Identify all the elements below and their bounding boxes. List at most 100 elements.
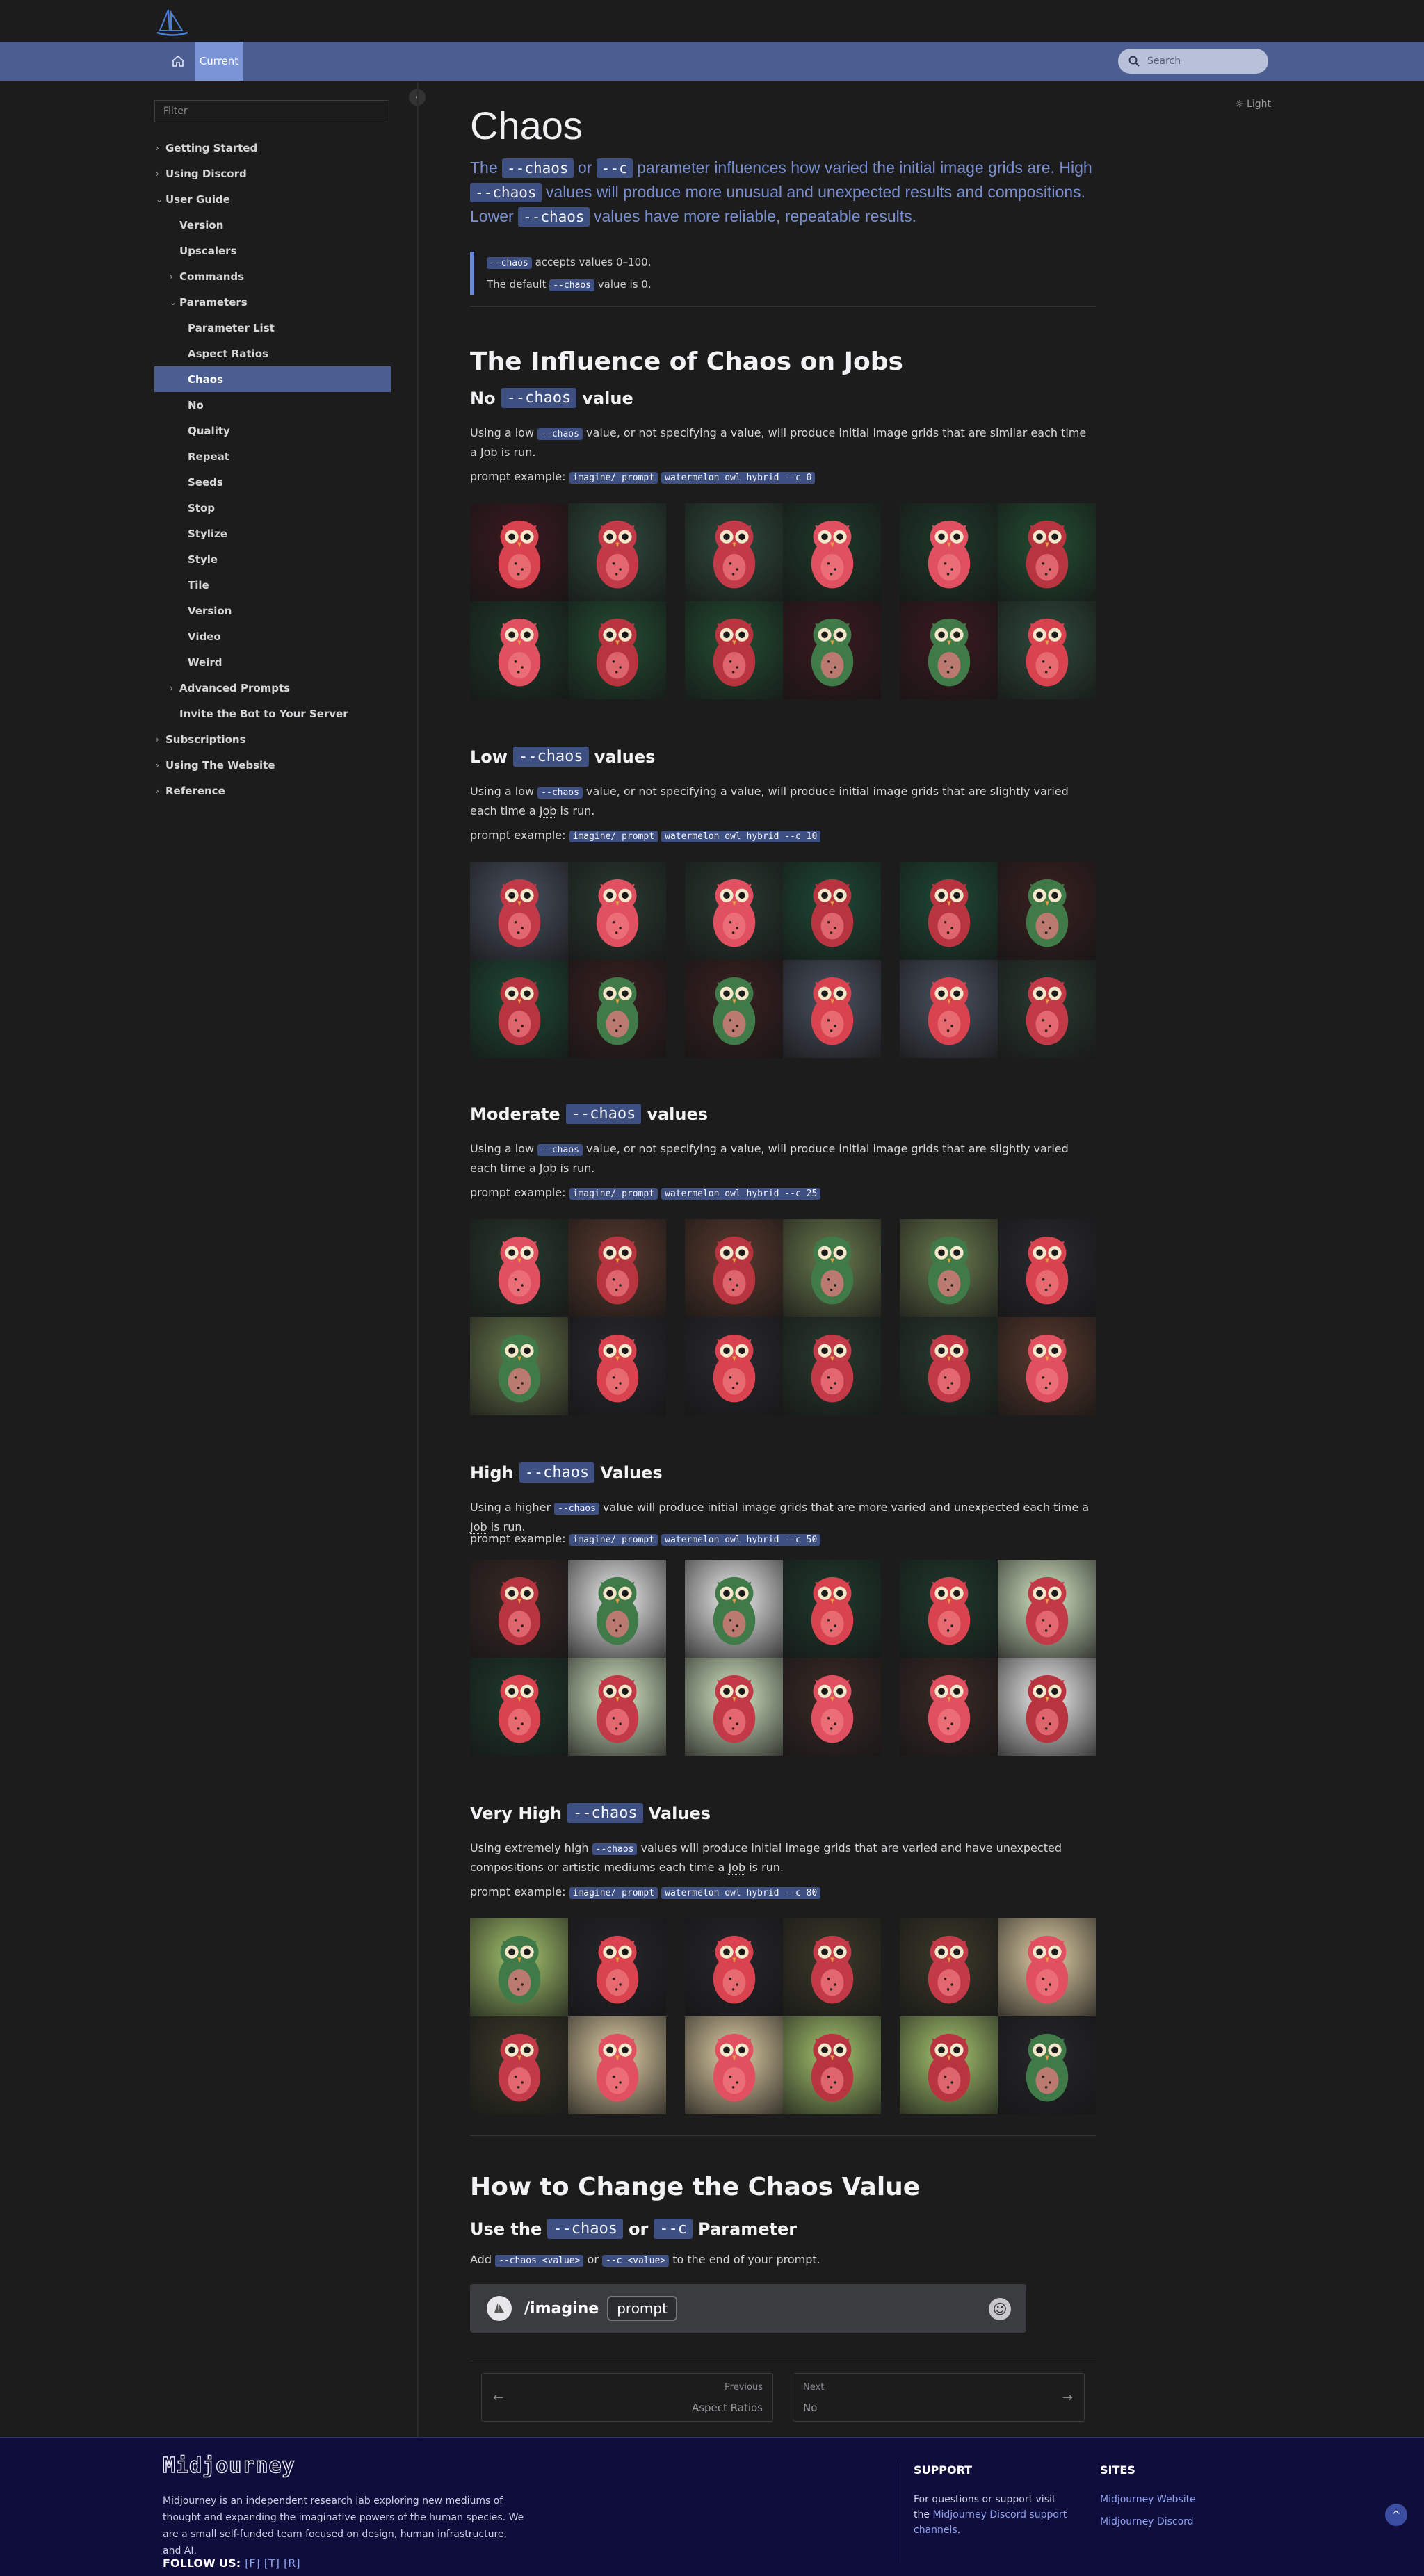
filter-input[interactable]: Filter: [154, 100, 389, 122]
owl-icon: [713, 1936, 755, 2004]
para-text: Using a higher: [470, 1501, 555, 1514]
sidebar-item-label: Parameters: [179, 295, 248, 309]
sidebar-item[interactable]: Parameter List: [154, 315, 391, 341]
midjourney-logo-icon[interactable]: [154, 7, 191, 38]
owl-icon: [596, 1936, 638, 2004]
sidebar-item[interactable]: ⌄ User Guide: [154, 186, 391, 212]
sites-heading: SITES: [1100, 2463, 1135, 2477]
heading-text: High: [470, 1462, 514, 1483]
owl-icon: [713, 1577, 755, 1645]
image-grid[interactable]: [900, 1918, 1096, 2114]
sidebar-item[interactable]: Weird: [154, 649, 391, 675]
prompt-field[interactable]: prompt: [607, 2296, 677, 2321]
sidebar-item[interactable]: › Commands: [154, 263, 391, 289]
next-page-link[interactable]: Next No →: [793, 2373, 1085, 2422]
image-grid[interactable]: [685, 1918, 881, 2114]
sidebar-item[interactable]: Quality: [154, 418, 391, 443]
pager-value: Aspect Ratios: [691, 2402, 763, 2414]
sidebar-item[interactable]: Seeds: [154, 469, 391, 495]
home-icon: [172, 55, 184, 67]
twitter-link[interactable]: [T]: [264, 2557, 280, 2570]
support-link[interactable]: Midjourney Discord support channels: [914, 2509, 1067, 2536]
image-grid[interactable]: [685, 503, 881, 699]
facebook-link[interactable]: [F]: [245, 2557, 260, 2570]
owl-icon: [596, 1335, 638, 1403]
sidebar-item[interactable]: › Advanced Prompts: [154, 675, 391, 701]
sidebar-item[interactable]: › Reference: [154, 778, 391, 804]
sidebar-item[interactable]: Version: [154, 598, 391, 623]
owl-image: [998, 1317, 1096, 1415]
owl-image: [568, 862, 666, 960]
page-title: Chaos: [470, 104, 583, 147]
image-grid[interactable]: [900, 1560, 1096, 1756]
back-to-top-button[interactable]: ^: [1385, 2504, 1407, 2526]
sidebar-item[interactable]: Chaos: [154, 366, 391, 392]
prompt-label: prompt example:: [470, 1186, 569, 1199]
sidebar-item[interactable]: › Subscriptions: [154, 726, 391, 752]
job-link[interactable]: Job: [539, 804, 557, 818]
job-link[interactable]: Job: [539, 1161, 557, 1175]
subsection-heading: High --chaos Values: [470, 1462, 663, 1483]
sidebar-item[interactable]: › Getting Started: [154, 135, 391, 161]
image-grid[interactable]: [900, 1219, 1096, 1415]
search-input[interactable]: Search: [1118, 49, 1268, 74]
sidebar-item[interactable]: Version: [154, 212, 391, 238]
image-grid[interactable]: [900, 862, 1096, 1058]
previous-page-link[interactable]: ← Previous Aspect Ratios: [481, 2373, 773, 2422]
prompt-example: prompt example: imagine/ prompt watermel…: [470, 1186, 821, 1200]
owl-icon: [1026, 1936, 1068, 2004]
image-grid[interactable]: [470, 1560, 666, 1756]
image-grid[interactable]: [685, 1560, 881, 1756]
sidebar-item[interactable]: › Using The Website: [154, 752, 391, 778]
sidebar-item[interactable]: Upscalers: [154, 238, 391, 263]
pager-label: Previous: [725, 2382, 763, 2392]
reddit-link[interactable]: [R]: [284, 2557, 300, 2570]
sidebar-item[interactable]: Stop: [154, 495, 391, 521]
theme-toggle[interactable]: ☼ Light: [1235, 99, 1271, 110]
owl-image: [685, 960, 783, 1058]
image-grid[interactable]: [900, 503, 1096, 699]
sidebar-item[interactable]: Repeat: [154, 443, 391, 469]
sidebar-item[interactable]: Invite the Bot to Your Server: [154, 701, 391, 726]
image-grid[interactable]: [470, 862, 666, 1058]
owl-icon: [1026, 521, 1068, 589]
emoji-icon[interactable]: ☺: [989, 2298, 1011, 2320]
owl-icon: [811, 1237, 853, 1305]
owl-image: [470, 960, 568, 1058]
sidebar-item-label: No: [188, 398, 204, 411]
callout-line: --chaos accepts values 0–100.: [487, 252, 1096, 274]
image-grid[interactable]: [470, 1219, 666, 1415]
image-grid[interactable]: [685, 1219, 881, 1415]
sidebar-item[interactable]: Stylize: [154, 521, 391, 546]
sidebar-item[interactable]: Video: [154, 623, 391, 649]
website-link[interactable]: Midjourney Website: [1100, 2492, 1239, 2507]
image-grid[interactable]: [470, 503, 666, 699]
owl-image: [470, 503, 568, 601]
sidebar-item[interactable]: Aspect Ratios: [154, 341, 391, 366]
sidebar-item[interactable]: › Policies: [154, 804, 391, 813]
sidebar-item[interactable]: ⌄ Parameters: [154, 289, 391, 315]
owl-icon: [498, 879, 540, 947]
sidebar-item[interactable]: › Using Discord: [154, 161, 391, 186]
home-button[interactable]: [159, 42, 197, 81]
footer-logo[interactable]: Midjourney: [162, 2453, 296, 2479]
sidebar-item[interactable]: Style: [154, 546, 391, 572]
support-text: For questions or support visit the Midjo…: [914, 2492, 1074, 2538]
sidebar-item[interactable]: No: [154, 392, 391, 418]
inline-code: --chaos: [592, 1843, 638, 1855]
image-grid-row: [470, 1560, 1096, 1756]
owl-icon: [713, 521, 755, 589]
tab-current[interactable]: Current: [195, 42, 243, 81]
sidebar-item-label: Reference: [165, 784, 225, 797]
discord-link[interactable]: Midjourney Discord: [1100, 2514, 1239, 2529]
image-grid[interactable]: [685, 862, 881, 1058]
owl-icon: [811, 1335, 853, 1403]
image-grid[interactable]: [470, 1918, 666, 2114]
owl-icon: [811, 1675, 853, 1743]
sidebar-item-label: Stop: [188, 501, 216, 514]
job-link[interactable]: Job: [480, 446, 498, 459]
job-link[interactable]: Job: [728, 1861, 746, 1875]
sidebar-item[interactable]: Tile: [154, 572, 391, 598]
owl-icon: [928, 1335, 970, 1403]
para-text: Using a low: [470, 785, 538, 798]
